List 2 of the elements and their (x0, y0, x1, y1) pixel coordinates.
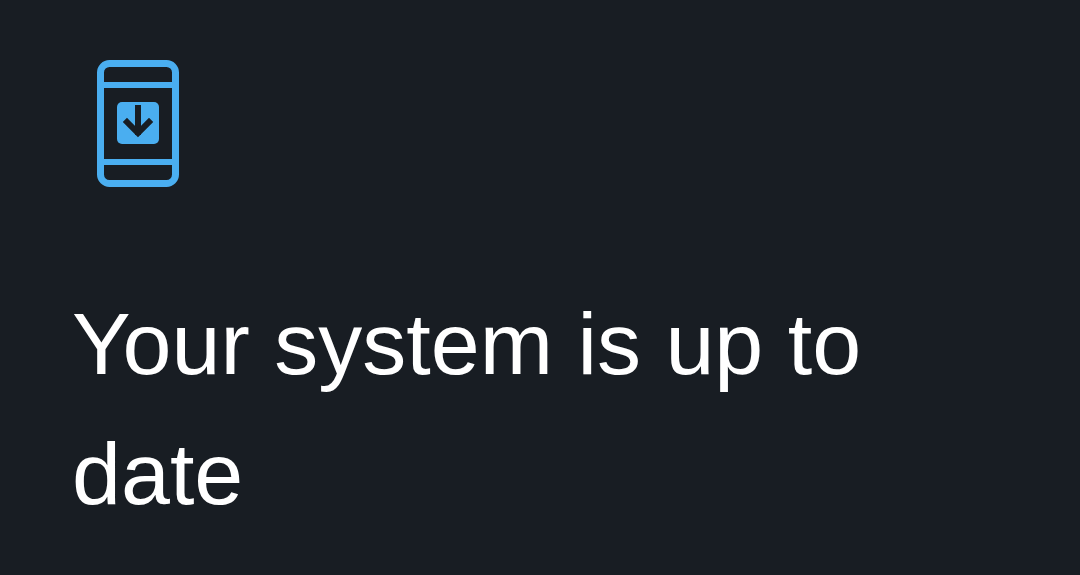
status-title: Your system is up to date (72, 293, 863, 525)
phone-download-icon (97, 60, 179, 187)
